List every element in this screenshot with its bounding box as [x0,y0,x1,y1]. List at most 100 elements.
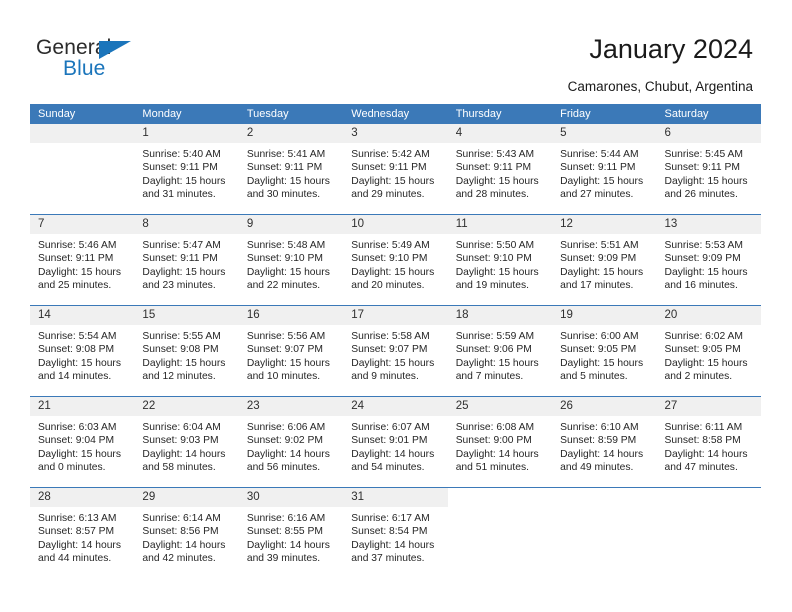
calendar-day-cell[interactable]: 30 Sunrise: 6:16 AM Sunset: 8:55 PM Dayligh… [238,487,344,578]
day-number [30,124,135,143]
calendar-day-cell[interactable]: 23 Sunrise: 6:06 AM Sunset: 9:02 PM Dayligh… [238,396,344,488]
sunset-text: Sunset: 8:58 PM [664,435,741,447]
daylight-text-2: and 16 minutes. [664,280,738,292]
day-info: Sunrise: 6:06 AM Sunset: 9:02 PM Daylight:… [239,416,343,475]
calendar-day-cell[interactable]: 22 Sunrise: 6:04 AM Sunset: 9:03 PM Dayligh… [134,396,239,488]
day-info: Sunrise: 6:10 AM Sunset: 8:59 PM Daylight:… [552,416,656,475]
calendar-day-cell[interactable]: 18 Sunrise: 5:59 AM Sunset: 9:06 PM Dayligh… [447,305,553,397]
calendar-day-cell[interactable] [656,487,761,578]
calendar-day-cell[interactable]: 24 Sunrise: 6:07 AM Sunset: 9:01 PM Dayligh… [343,396,448,488]
calendar-day-cell[interactable]: 1 Sunrise: 5:40 AM Sunset: 9:11 PM Daylight… [134,124,239,215]
daylight-text-2: and 14 minutes. [38,371,112,383]
daylight-text-1: Daylight: 14 hours [351,539,435,551]
calendar-day-cell[interactable]: 9 Sunrise: 5:48 AM Sunset: 9:10 PM Daylight… [238,214,344,306]
daylight-text-1: Daylight: 15 hours [246,175,330,187]
calendar-day-cell[interactable]: 11 Sunrise: 5:50 AM Sunset: 9:10 PM Dayligh… [447,214,553,306]
sunset-text: Sunset: 9:09 PM [664,253,741,265]
day-info [30,143,134,148]
day-info: Sunrise: 5:48 AM Sunset: 9:10 PM Daylight:… [239,234,343,293]
calendar-header-row: Sunday Monday Tuesday Wednesday Thursday… [30,104,761,124]
calendar-day-cell[interactable] [447,487,553,578]
sunrise-text: Sunrise: 5:51 AM [560,240,639,251]
day-number: 17 [343,306,448,325]
calendar-day-cell[interactable]: 7 Sunrise: 5:46 AM Sunset: 9:11 PM Daylight… [30,214,135,306]
daylight-text-2: and 56 minutes. [246,462,321,474]
day-info: Sunrise: 6:02 AM Sunset: 9:05 PM Daylight:… [657,325,761,384]
calendar-day-cell[interactable]: 8 Sunrise: 5:47 AM Sunset: 9:11 PM Daylight… [134,214,239,306]
day-cell-inner: 8 Sunrise: 5:47 AM Sunset: 9:11 PM Daylight… [134,215,239,305]
calendar-day-cell[interactable]: 20 Sunrise: 6:02 AM Sunset: 9:05 PM Dayligh… [656,305,761,397]
general-blue-logo[interactable]: General Blue [36,36,236,88]
day-cell-inner: 16 Sunrise: 5:56 AM Sunset: 9:07 PM Dayligh… [238,306,344,396]
calendar-day-cell[interactable] [30,124,135,215]
calendar-day-cell[interactable]: 2 Sunrise: 5:41 AM Sunset: 9:11 PM Daylight… [238,124,344,215]
daylight-text-1: Daylight: 15 hours [142,266,226,278]
day-info: Sunrise: 5:50 AM Sunset: 9:10 PM Daylight:… [448,234,552,293]
sunrise-text: Sunrise: 5:46 AM [38,240,117,251]
sunset-text: Sunset: 9:05 PM [664,344,741,356]
daylight-text-2: and 23 minutes. [142,280,216,292]
calendar-day-cell[interactable]: 4 Sunrise: 5:43 AM Sunset: 9:11 PM Daylight… [447,124,553,215]
day-info: Sunrise: 6:11 AM Sunset: 8:58 PM Daylight:… [657,416,761,475]
calendar-day-cell[interactable]: 13 Sunrise: 5:53 AM Sunset: 9:09 PM Dayligh… [656,214,761,306]
sunrise-text: Sunrise: 5:55 AM [142,331,221,342]
calendar-week-row: 7 Sunrise: 5:46 AM Sunset: 9:11 PM Daylight… [30,214,761,306]
daylight-text-1: Daylight: 15 hours [246,357,330,369]
sunset-text: Sunset: 9:11 PM [142,253,218,265]
day-number: 26 [552,397,657,416]
weekday-header-wednesday: Wednesday [343,104,448,124]
calendar-day-cell[interactable]: 15 Sunrise: 5:55 AM Sunset: 9:08 PM Dayligh… [134,305,239,397]
day-cell-inner: 10 Sunrise: 5:49 AM Sunset: 9:10 PM Dayligh… [343,215,448,305]
calendar-day-cell[interactable]: 29 Sunrise: 6:14 AM Sunset: 8:56 PM Dayligh… [134,487,239,578]
calendar-week-row: 28 Sunrise: 6:13 AM Sunset: 8:57 PM Dayligh… [30,487,761,578]
calendar-day-cell[interactable]: 10 Sunrise: 5:49 AM Sunset: 9:10 PM Dayligh… [343,214,448,306]
calendar-day-cell[interactable]: 19 Sunrise: 6:00 AM Sunset: 9:05 PM Dayligh… [552,305,657,397]
sunset-text: Sunset: 9:04 PM [38,435,115,447]
day-cell-inner: 29 Sunrise: 6:14 AM Sunset: 8:56 PM Dayligh… [134,488,239,578]
day-number: 4 [447,124,553,143]
calendar-day-cell[interactable]: 21 Sunrise: 6:03 AM Sunset: 9:04 PM Dayligh… [30,396,135,488]
calendar-day-cell[interactable]: 26 Sunrise: 6:10 AM Sunset: 8:59 PM Dayligh… [552,396,657,488]
sunrise-text: Sunrise: 6:13 AM [38,513,117,524]
sunrise-text: Sunrise: 6:16 AM [246,513,326,524]
calendar-day-cell[interactable]: 12 Sunrise: 5:51 AM Sunset: 9:09 PM Dayligh… [552,214,657,306]
calendar-day-cell[interactable]: 31 Sunrise: 6:17 AM Sunset: 8:54 PM Dayligh… [343,487,448,578]
calendar-day-cell[interactable]: 16 Sunrise: 5:56 AM Sunset: 9:07 PM Dayligh… [238,305,344,397]
calendar-day-cell[interactable]: 5 Sunrise: 5:44 AM Sunset: 9:11 PM Daylight… [552,124,657,215]
sunset-text: Sunset: 9:11 PM [142,162,218,174]
day-number: 6 [656,124,761,143]
day-number [552,488,657,507]
daylight-text-1: Daylight: 15 hours [38,266,121,278]
sunset-text: Sunset: 9:08 PM [38,344,115,356]
day-cell-inner: 18 Sunrise: 5:59 AM Sunset: 9:06 PM Dayligh… [447,306,553,396]
page-header: General Blue January 2024 Camarones, Chu… [0,0,792,100]
calendar-day-cell[interactable]: 6 Sunrise: 5:45 AM Sunset: 9:11 PM Daylight… [656,124,761,215]
daylight-text-1: Daylight: 15 hours [246,266,330,278]
sunset-text: Sunset: 9:10 PM [246,253,323,265]
calendar-day-cell[interactable]: 28 Sunrise: 6:13 AM Sunset: 8:57 PM Dayligh… [30,487,135,578]
sunrise-text: Sunrise: 5:59 AM [455,331,535,342]
daylight-text-1: Daylight: 15 hours [560,266,644,278]
calendar-day-cell[interactable] [552,487,657,578]
daylight-text-1: Daylight: 14 hours [246,448,330,460]
daylight-text-2: and 17 minutes. [560,280,634,292]
calendar-day-cell[interactable]: 27 Sunrise: 6:11 AM Sunset: 8:58 PM Dayligh… [656,396,761,488]
daylight-text-1: Daylight: 15 hours [351,357,435,369]
day-cell-inner: 4 Sunrise: 5:43 AM Sunset: 9:11 PM Daylight… [447,124,553,214]
calendar-week-row: 1 Sunrise: 5:40 AM Sunset: 9:11 PM Daylight… [30,124,761,215]
calendar-day-cell[interactable]: 25 Sunrise: 6:08 AM Sunset: 9:00 PM Dayligh… [447,396,553,488]
calendar-day-cell[interactable]: 17 Sunrise: 5:58 AM Sunset: 9:07 PM Dayligh… [343,305,448,397]
sunset-text: Sunset: 9:07 PM [246,344,323,356]
day-info: Sunrise: 6:16 AM Sunset: 8:55 PM Daylight:… [239,507,343,566]
day-cell-inner: 6 Sunrise: 5:45 AM Sunset: 9:11 PM Daylight… [656,124,761,214]
daylight-text-1: Daylight: 14 hours [351,448,435,460]
calendar-day-cell[interactable]: 14 Sunrise: 5:54 AM Sunset: 9:08 PM Dayligh… [30,305,135,397]
weekday-header-monday: Monday [134,104,239,124]
day-number: 9 [238,215,344,234]
daylight-text-2: and 30 minutes. [246,189,321,201]
day-info: Sunrise: 6:04 AM Sunset: 9:03 PM Daylight:… [134,416,238,475]
calendar-day-cell[interactable]: 3 Sunrise: 5:42 AM Sunset: 9:11 PM Daylight… [343,124,448,215]
day-number: 1 [134,124,239,143]
sunset-text: Sunset: 8:55 PM [246,526,323,538]
daylight-text-2: and 51 minutes. [455,462,529,474]
